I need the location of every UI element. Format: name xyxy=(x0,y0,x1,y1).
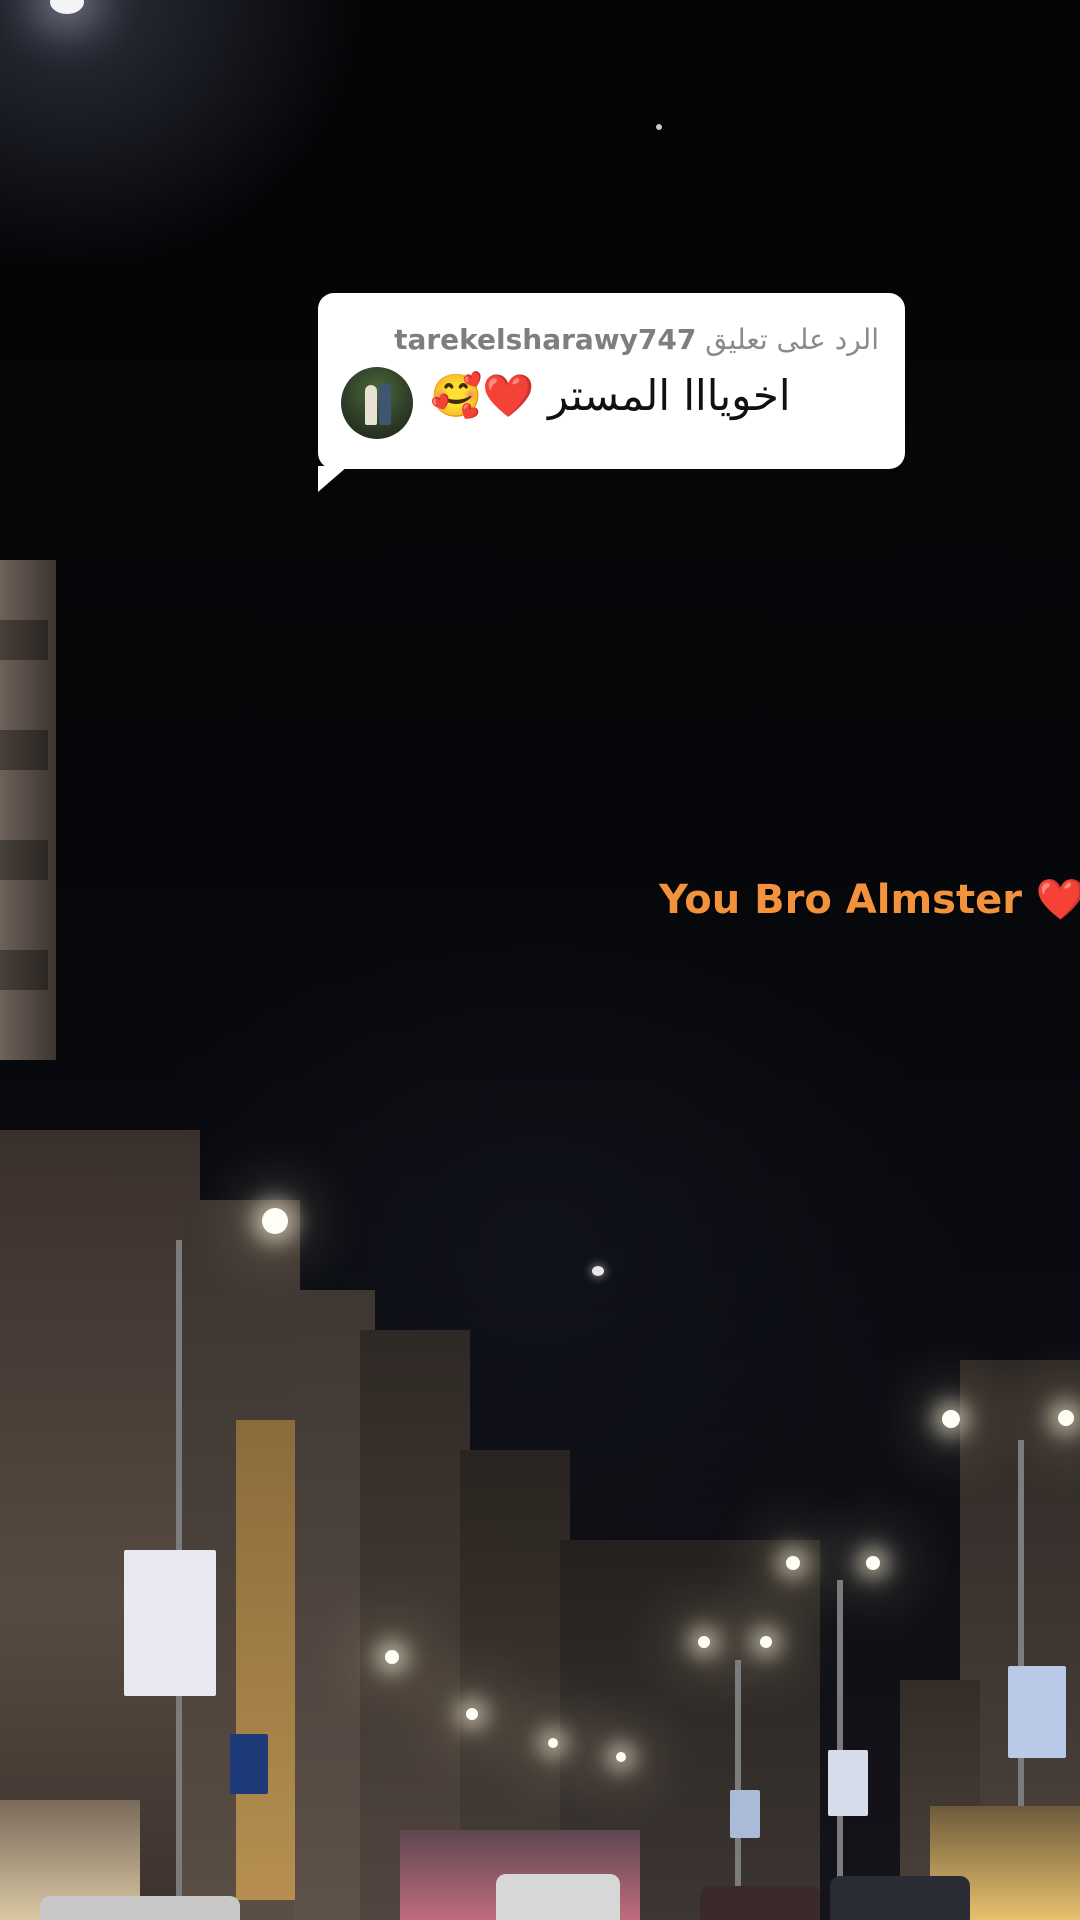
reply-prefix: الرد على تعليق xyxy=(705,323,879,356)
car xyxy=(40,1896,240,1920)
street-lamp xyxy=(866,1556,880,1570)
reply-bubble-tail xyxy=(318,466,348,492)
car xyxy=(830,1876,970,1920)
street-lamp xyxy=(262,1208,288,1234)
building-left-top xyxy=(0,560,56,1060)
billboard xyxy=(1008,1666,1066,1758)
street-lamp xyxy=(786,1556,800,1570)
street-lamp xyxy=(760,1636,772,1648)
car xyxy=(496,1874,620,1920)
star xyxy=(656,124,662,130)
street-lamp xyxy=(548,1738,558,1748)
reply-comment-sticker[interactable]: الرد على تعليق tarekelsharawy747 اخويااا… xyxy=(318,293,905,469)
reply-comment-text: اخويااا المستر ❤️🥰 xyxy=(430,371,791,420)
reply-header: الرد على تعليق tarekelsharawy747 xyxy=(394,323,879,356)
billboard xyxy=(124,1550,216,1696)
street-lamp xyxy=(466,1708,478,1720)
street-lamp xyxy=(616,1752,626,1762)
street-lamp xyxy=(942,1410,960,1428)
billboard xyxy=(230,1734,268,1794)
car xyxy=(700,1886,820,1920)
video-caption: You Bro Almster ❤️ xyxy=(659,877,1080,923)
street-lamp xyxy=(385,1650,399,1664)
street-lamp xyxy=(698,1636,710,1648)
billboard xyxy=(730,1790,760,1838)
drone-light xyxy=(592,1266,604,1276)
avatar xyxy=(341,367,413,439)
street-lamp xyxy=(1058,1410,1074,1426)
building-left-yellow xyxy=(236,1420,300,1900)
video-frame xyxy=(0,0,1080,1920)
billboard xyxy=(828,1750,868,1816)
reply-username: tarekelsharawy747 xyxy=(394,323,697,356)
